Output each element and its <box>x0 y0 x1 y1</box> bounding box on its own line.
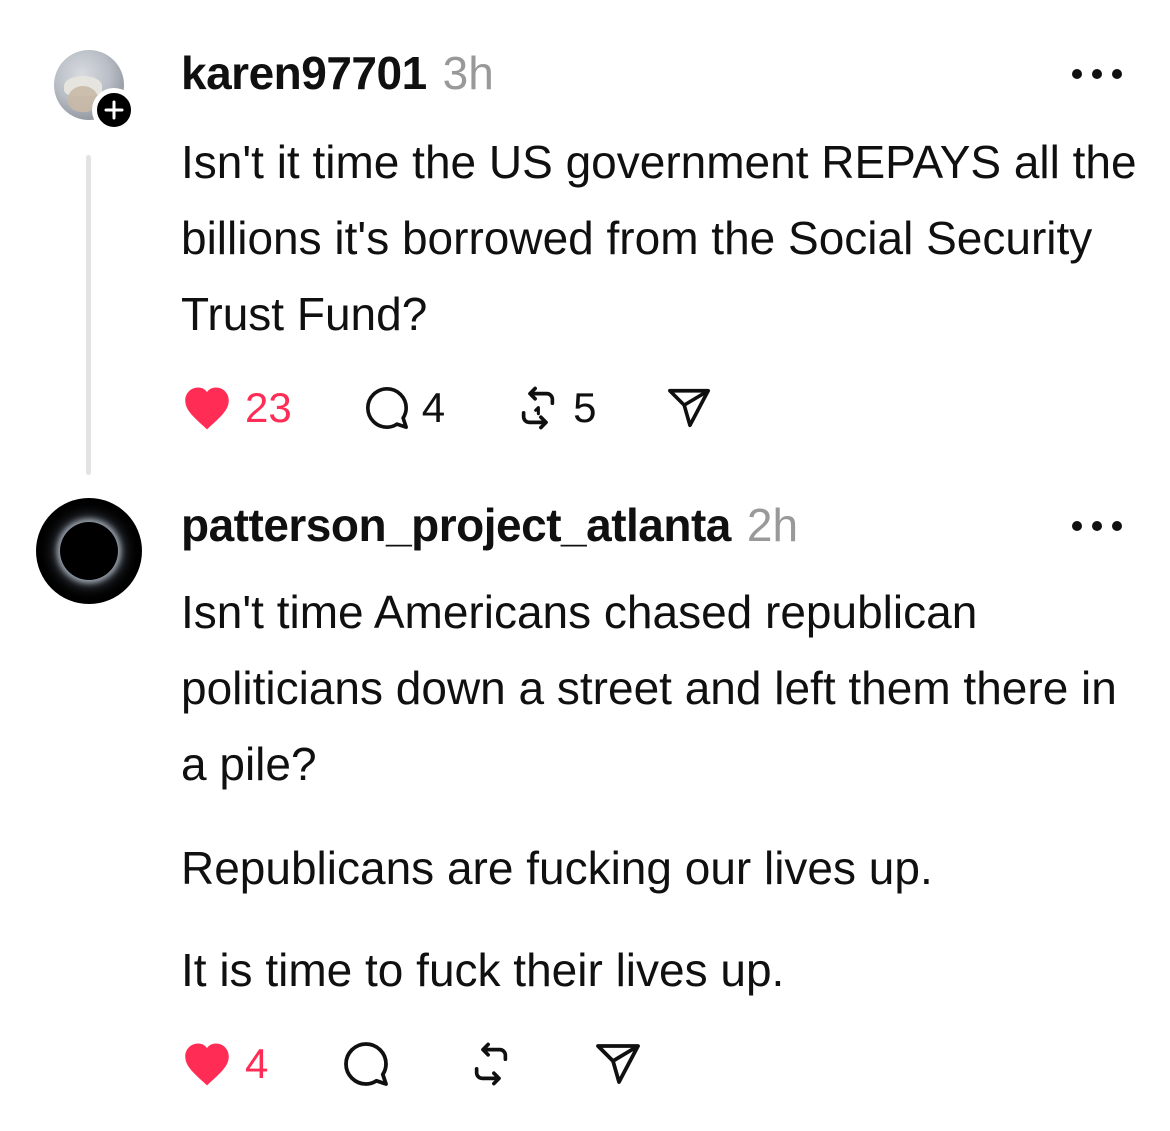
send-icon <box>596 1044 641 1084</box>
action-bar: 4 <box>181 1034 642 1094</box>
post-patterson-project-atlanta: patterson_project_atlanta 2h Isn't time … <box>0 0 1170 1131</box>
timestamp: 2h <box>746 499 799 551</box>
reply-button[interactable] <box>342 1034 390 1094</box>
heart-icon <box>185 1043 229 1086</box>
repost-icon <box>475 1042 508 1086</box>
comment-icon <box>344 1042 389 1086</box>
share-button[interactable] <box>594 1034 642 1094</box>
more-dot <box>1092 521 1102 531</box>
post-header: patterson_project_atlanta 2h <box>181 498 798 552</box>
post-text-paragraph: Republicans are fucking our lives up. <box>181 842 933 894</box>
like-button[interactable]: 4 <box>181 1034 268 1094</box>
username[interactable]: patterson_project_atlanta <box>181 498 731 552</box>
eclipse-avatar-ring <box>60 522 118 580</box>
avatar[interactable] <box>36 498 142 604</box>
more-dot <box>1112 521 1122 531</box>
post-text-paragraph: Isn't time Americans chased republican p… <box>181 586 1117 790</box>
post-text-paragraph: It is time to fuck their lives up. <box>181 944 785 996</box>
more-icon[interactable] <box>1072 518 1122 534</box>
more-dot <box>1072 521 1082 531</box>
repost-button[interactable] <box>468 1034 514 1094</box>
like-count: 4 <box>245 1040 269 1087</box>
